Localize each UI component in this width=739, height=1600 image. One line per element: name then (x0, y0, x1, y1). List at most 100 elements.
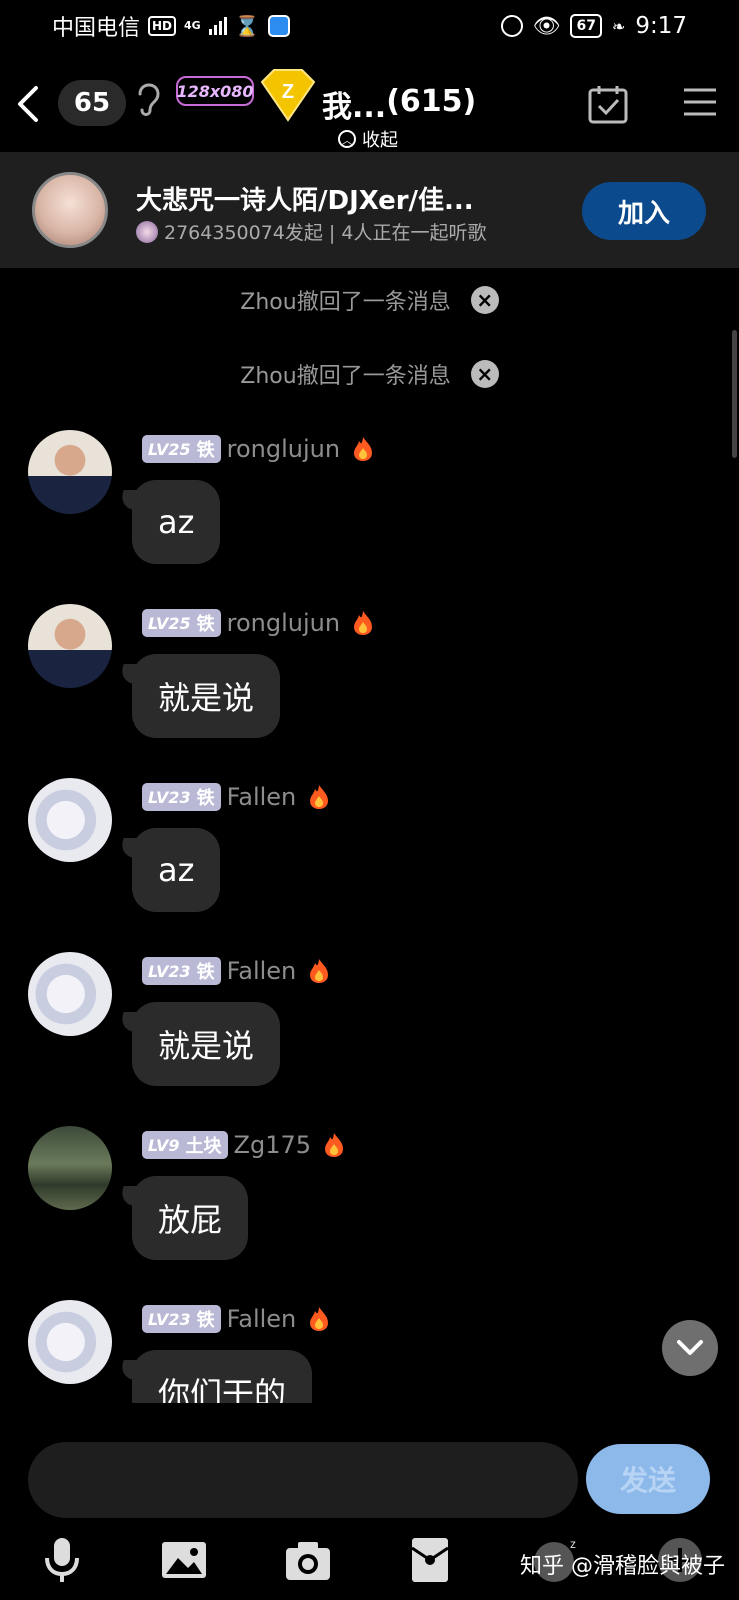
message-meta: LV9 土块 Zg175 (142, 1130, 345, 1160)
user-avatar[interactable] (28, 1126, 112, 1210)
message-row: LV23 铁 Fallen 就是说 (0, 952, 739, 1128)
menu-icon[interactable] (680, 82, 720, 122)
recall-text: Zhou撤回了一条消息 (240, 364, 451, 389)
level-label: LV23 (148, 787, 191, 807)
level-badge: LV9 土块 (142, 1131, 228, 1159)
mic-icon[interactable] (36, 1534, 88, 1586)
listen-subtitle: 2764350074发起 | 4人正在一起听歌 (136, 218, 486, 245)
message-row: LV25 铁 ronglujun 就是说 (0, 604, 739, 780)
chevron-up-icon: ︿ (338, 130, 356, 148)
tier-label: 铁 (196, 614, 215, 635)
level-badge: LV23 铁 (142, 957, 221, 985)
calendar-check-icon[interactable] (586, 82, 630, 126)
svg-text:Z: Z (282, 81, 294, 103)
message-meta: LV23 铁 Fallen (142, 782, 330, 812)
fire-icon (310, 959, 329, 983)
level-badge: LV25 铁 (142, 609, 221, 637)
message-bubble[interactable]: 你们干的 (132, 1350, 313, 1403)
username[interactable]: Fallen (227, 783, 297, 811)
fire-icon (310, 1307, 329, 1331)
recall-notice: Zhou撤回了一条消息 × (0, 280, 739, 320)
username[interactable]: Fallen (227, 957, 297, 985)
message-bubble[interactable]: 就是说 (132, 654, 281, 738)
leaf-icon: ❧ (611, 16, 626, 36)
level-label: LV23 (148, 961, 191, 981)
message-meta: LV23 铁 Fallen (142, 956, 330, 986)
song-title: 大悲咒一诗人陌/DJXer/佳... (136, 186, 474, 216)
carrier-label: 中国电信 (52, 16, 141, 41)
user-avatar[interactable] (28, 778, 112, 862)
level-label: LV25 (148, 439, 191, 459)
back-icon[interactable] (10, 82, 46, 126)
level-label: LV23 (148, 1309, 191, 1329)
clock: 9:17 (635, 13, 687, 39)
red-packet-icon[interactable] (404, 1534, 456, 1586)
recall-text: Zhou撤回了一条消息 (240, 290, 451, 315)
message-meta: LV25 铁 ronglujun (142, 608, 374, 638)
fire-icon (354, 437, 373, 461)
join-button[interactable]: 加入 (582, 182, 706, 240)
initiator-avatar (136, 220, 158, 243)
ear-icon[interactable] (132, 78, 162, 118)
username[interactable]: Fallen (227, 1305, 297, 1333)
fire-icon (354, 611, 373, 635)
level-label: LV25 (148, 613, 191, 633)
club-badge: 128x080 (176, 76, 254, 106)
tier-label: 铁 (196, 1310, 215, 1331)
message-meta: LV25 铁 ronglujun (142, 434, 374, 464)
image-icon[interactable] (158, 1534, 210, 1586)
level-badge: LV25 铁 (142, 435, 221, 463)
level-badge: LV23 铁 (142, 1305, 221, 1333)
scroll-to-bottom-button[interactable] (662, 1320, 718, 1376)
unread-count-badge[interactable]: 65 (58, 80, 126, 126)
battery-indicator: 67 (570, 14, 602, 38)
user-avatar[interactable] (28, 604, 112, 688)
watermark: 知乎 @滑稽脸與被子 (520, 1554, 725, 1579)
message-input[interactable] (28, 1442, 578, 1518)
listen-together-banner[interactable]: 大悲咒一诗人陌/DJXer/佳... 2764350074发起 | 4人正在一起… (0, 152, 739, 268)
message-bubble[interactable]: 放屁 (132, 1176, 249, 1260)
username[interactable]: ronglujun (227, 609, 340, 637)
username[interactable]: ronglujun (227, 435, 340, 463)
message-row: LV25 铁 ronglujun az (0, 430, 739, 606)
level-label: LV9 (148, 1135, 180, 1155)
recall-notice: Zhou撤回了一条消息 × (0, 354, 739, 394)
tier-label: 铁 (196, 788, 215, 809)
user-avatar[interactable] (28, 952, 112, 1036)
message-row: LV9 土块 Zg175 放屁 (0, 1126, 739, 1302)
message-bubble[interactable]: az (132, 480, 221, 564)
tier-label: 铁 (196, 962, 215, 983)
group-name: 我... (322, 90, 387, 125)
user-avatar[interactable] (28, 430, 112, 514)
fire-icon (310, 785, 329, 809)
send-button[interactable]: 发送 (586, 1444, 710, 1514)
level-badge: LV23 铁 (142, 783, 221, 811)
chat-list[interactable]: Zhou撤回了一条消息 × Zhou撤回了一条消息 × LV25 铁 ronglu… (0, 268, 739, 1403)
user-avatar[interactable] (28, 1300, 112, 1384)
group-title[interactable]: 我...(615) (322, 82, 476, 126)
chevron-down-icon (677, 1340, 703, 1355)
signal-icon (208, 17, 227, 35)
tier-label: 土块 (185, 1136, 222, 1157)
status-bar: 中国电信 HD 4G ⌛ 👁 67 ❧ 9:17 (0, 0, 739, 52)
network-label: 4G (184, 19, 201, 32)
nfc-icon (500, 15, 523, 37)
diamond-vip-icon: Z (260, 69, 316, 122)
camera-icon[interactable] (282, 1534, 334, 1586)
message-bubble[interactable]: 就是说 (132, 1002, 281, 1086)
shield-icon (267, 15, 290, 37)
message-row: LV23 铁 Fallen az (0, 778, 739, 954)
eye-icon: 👁 (532, 13, 561, 39)
collapse-label: 收起 (362, 130, 398, 151)
message-meta: LV23 铁 Fallen (142, 1304, 330, 1334)
close-icon[interactable]: × (470, 286, 499, 314)
username[interactable]: Zg175 (234, 1131, 311, 1159)
song-cover-avatar (32, 172, 108, 248)
message-row: LV23 铁 Fallen 你们干的 (0, 1300, 739, 1403)
collapse-toggle[interactable]: ︿ 收起 (338, 126, 398, 152)
hourglass-icon: ⌛ (234, 14, 260, 38)
tier-label: 铁 (196, 440, 215, 461)
close-icon[interactable]: × (470, 360, 499, 388)
group-member-count: (615) (386, 84, 477, 119)
message-bubble[interactable]: az (132, 828, 221, 912)
